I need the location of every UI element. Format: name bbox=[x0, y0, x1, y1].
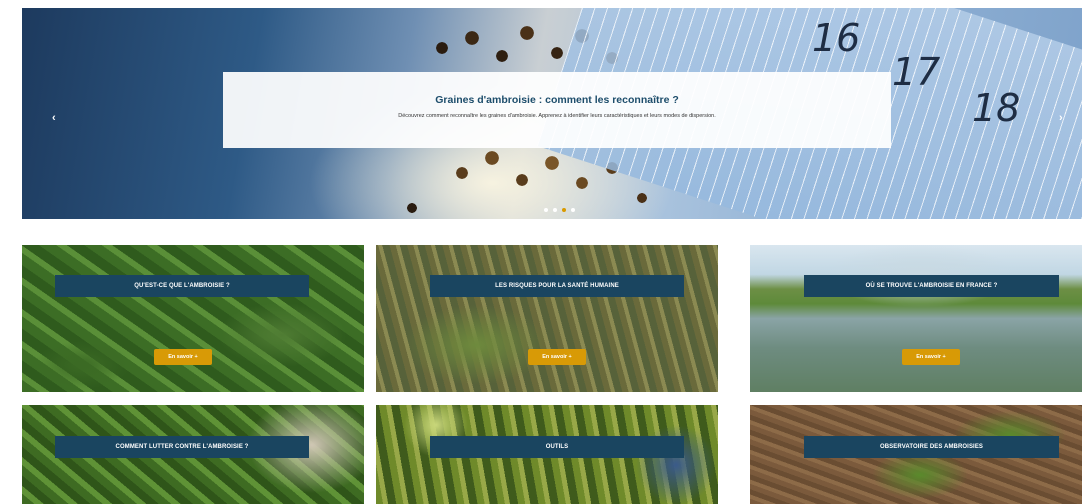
slide-title[interactable]: Graines d'ambroisie : comment les reconn… bbox=[223, 94, 891, 106]
ruler-number: 16 bbox=[812, 16, 861, 60]
slide-description: Découvrez comment reconnaître les graine… bbox=[398, 113, 716, 119]
ruler-number: 18 bbox=[972, 86, 1021, 130]
slide-caption[interactable]: Graines d'ambroisie : comment les reconn… bbox=[223, 72, 891, 148]
tile-label[interactable]: OUTILS bbox=[430, 436, 684, 458]
carousel-dot[interactable] bbox=[571, 208, 575, 212]
tile-what-is-ambrosia[interactable]: QU'EST-CE QUE L'AMBROISIE ? En savoir + bbox=[22, 245, 364, 392]
carousel-dot[interactable] bbox=[553, 208, 557, 212]
carousel-next-arrow[interactable]: › bbox=[1059, 112, 1063, 124]
carousel-dot[interactable] bbox=[544, 208, 548, 212]
tile-label[interactable]: OÙ SE TROUVE L'AMBROISIE EN FRANCE ? bbox=[804, 275, 1059, 297]
ambrosia-leaves-photo bbox=[22, 245, 364, 392]
learn-more-button[interactable]: En savoir + bbox=[154, 349, 212, 365]
tile-how-to-fight[interactable]: COMMENT LUTTER CONTRE L'AMBROISIE ? bbox=[22, 405, 364, 504]
learn-more-button[interactable]: En savoir + bbox=[528, 349, 586, 365]
hero-carousel: 16 17 18 Graines d'ambroisie : comment l… bbox=[22, 8, 1082, 219]
ambrosia-field-photo bbox=[376, 245, 718, 392]
carousel-prev-arrow[interactable]: ‹ bbox=[52, 112, 56, 124]
ruler-number: 17 bbox=[892, 50, 941, 94]
tile-label[interactable]: QU'EST-CE QUE L'AMBROISIE ? bbox=[55, 275, 309, 297]
learn-more-button[interactable]: En savoir + bbox=[902, 349, 960, 365]
tile-label[interactable]: OBSERVATOIRE DES AMBROISIES bbox=[804, 436, 1059, 458]
tile-health-risks[interactable]: LES RISQUES POUR LA SANTÉ HUMAINE En sav… bbox=[376, 245, 718, 392]
carousel-dot-active[interactable] bbox=[562, 208, 566, 212]
carousel-pagination bbox=[544, 208, 575, 212]
tile-where-in-france[interactable]: OÙ SE TROUVE L'AMBROISIE EN FRANCE ? En … bbox=[750, 245, 1082, 392]
riverside-ambrosia-photo bbox=[750, 245, 1082, 392]
tile-label[interactable]: LES RISQUES POUR LA SANTÉ HUMAINE bbox=[430, 275, 684, 297]
tile-label[interactable]: COMMENT LUTTER CONTRE L'AMBROISIE ? bbox=[55, 436, 309, 458]
tile-tools[interactable]: OUTILS bbox=[376, 405, 718, 504]
tile-observatory[interactable]: OBSERVATOIRE DES AMBROISIES bbox=[750, 405, 1082, 504]
